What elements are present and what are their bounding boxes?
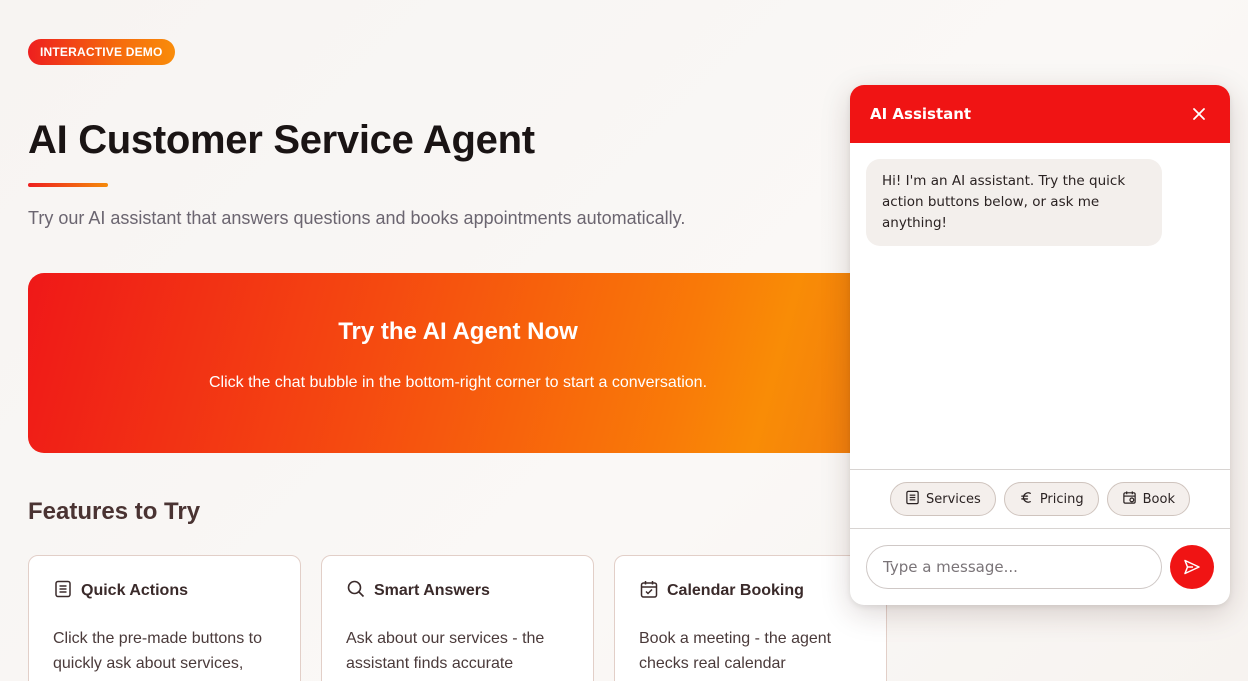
interactive-demo-badge: INTERACTIVE DEMO xyxy=(28,39,175,65)
page-title: AI Customer Service Agent xyxy=(28,118,535,162)
hero-text: Click the chat bubble in the bottom-righ… xyxy=(208,374,708,391)
card-text: Book a meeting - the agent checks real c… xyxy=(639,630,832,672)
card-title: Calendar Booking xyxy=(667,582,804,599)
send-icon xyxy=(1184,559,1200,575)
hero-banner: Try the AI Agent Now Click the chat bubb… xyxy=(28,273,888,453)
chat-input-row xyxy=(850,529,1230,605)
chat-title: AI Assistant xyxy=(870,105,972,123)
card-text: Click the pre-made buttons to quickly as… xyxy=(53,630,262,672)
card-title: Quick Actions xyxy=(81,582,188,599)
book-button[interactable]: Book xyxy=(1106,482,1190,516)
chat-header: AI Assistant xyxy=(850,85,1230,143)
chat-messages: Hi! I'm an AI assistant. Try the quick a… xyxy=(850,143,1230,469)
title-underline xyxy=(28,183,108,187)
feature-card-smart-answers: Smart Answers Ask about our services - t… xyxy=(321,555,594,681)
page-subtitle: Try our AI assistant that answers questi… xyxy=(28,208,686,228)
feature-card-calendar-booking: Calendar Booking Book a meeting - the ag… xyxy=(614,555,887,681)
card-text: Ask about our services - the assistant f… xyxy=(346,630,545,672)
card-title: Smart Answers xyxy=(374,582,490,599)
assistant-message: Hi! I'm an AI assistant. Try the quick a… xyxy=(866,159,1162,246)
feature-card-quick-actions: Quick Actions Click the pre-made buttons… xyxy=(28,555,301,681)
list-icon xyxy=(905,490,920,509)
features-heading: Features to Try xyxy=(28,498,201,525)
calendar-check-icon xyxy=(639,579,659,604)
close-icon xyxy=(1193,108,1205,120)
services-button[interactable]: Services xyxy=(889,482,996,516)
euro-icon xyxy=(1019,490,1034,509)
pricing-button[interactable]: Pricing xyxy=(1003,482,1099,516)
calendar-icon xyxy=(1122,490,1137,509)
services-label: Services xyxy=(925,491,981,507)
book-label: Book xyxy=(1142,491,1175,507)
list-icon xyxy=(53,579,73,604)
search-icon xyxy=(346,579,366,604)
chat-widget: AI Assistant Hi! I'm an AI assistant. Tr… xyxy=(850,85,1230,605)
send-button[interactable] xyxy=(1170,545,1214,589)
message-input[interactable] xyxy=(866,545,1162,589)
close-chat-button[interactable] xyxy=(1188,103,1210,125)
quick-actions: Services Pricing Book xyxy=(850,469,1230,529)
hero-title: Try the AI Agent Now xyxy=(338,318,578,345)
pricing-label: Pricing xyxy=(1039,491,1084,507)
